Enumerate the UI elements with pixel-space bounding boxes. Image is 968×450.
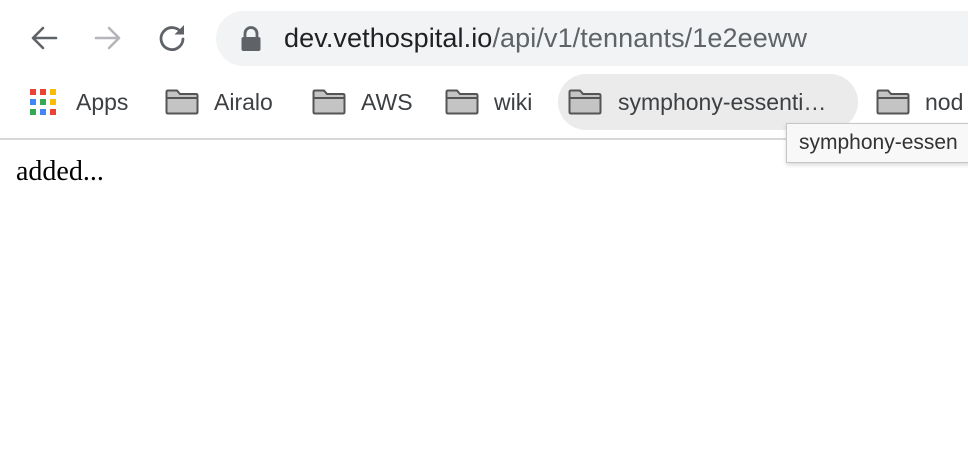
lock-icon[interactable] [240, 26, 262, 52]
reload-button[interactable] [152, 18, 192, 58]
browser-chrome: dev.vethospital.io/api/v1/tennants/1e2ee… [0, 0, 968, 140]
bookmark-label: Apps [76, 88, 129, 115]
bookmark-folder-nod[interactable]: nod [868, 74, 968, 130]
bookmark-label: Airalo [214, 88, 273, 115]
url-host: dev.vethospital.io [284, 23, 493, 53]
arrow-left-icon [31, 26, 58, 50]
bookmark-folder-symphony-essentials[interactable]: symphony-essenti… [558, 74, 858, 130]
bookmark-label: symphony-essenti… [618, 88, 827, 115]
bookmark-label: wiki [494, 88, 533, 115]
folder-icon [312, 89, 346, 115]
page-body-text: added... [16, 156, 104, 187]
url-path: /api/v1/tennants/1e2eeww [492, 23, 808, 53]
bookmark-apps[interactable]: Apps [22, 74, 136, 130]
url-text[interactable]: dev.vethospital.io/api/v1/tennants/1e2ee… [284, 23, 807, 53]
bookmark-folder-aws[interactable]: AWS [304, 74, 421, 130]
folder-icon [445, 89, 479, 115]
browser-toolbar: dev.vethospital.io/api/v1/tennants/1e2ee… [0, 0, 968, 76]
folder-icon [165, 89, 199, 115]
back-button[interactable] [24, 18, 64, 58]
arrow-right-icon [94, 26, 121, 50]
reload-icon [159, 25, 185, 51]
forward-button[interactable] [88, 18, 128, 58]
folder-icon [876, 89, 910, 115]
folder-icon [568, 89, 602, 115]
address-bar[interactable]: dev.vethospital.io/api/v1/tennants/1e2ee… [216, 11, 968, 66]
bookmark-tooltip: symphony-essen [786, 123, 968, 163]
bookmarks-bar: Apps Airalo AWS wiki symphony-essenti… n… [0, 74, 968, 130]
apps-grid-icon [30, 89, 56, 115]
bookmark-label: nod [925, 88, 964, 115]
bookmark-label: AWS [361, 88, 413, 115]
bookmark-folder-airalo[interactable]: Airalo [157, 74, 281, 130]
bookmark-folder-wiki[interactable]: wiki [437, 74, 540, 130]
